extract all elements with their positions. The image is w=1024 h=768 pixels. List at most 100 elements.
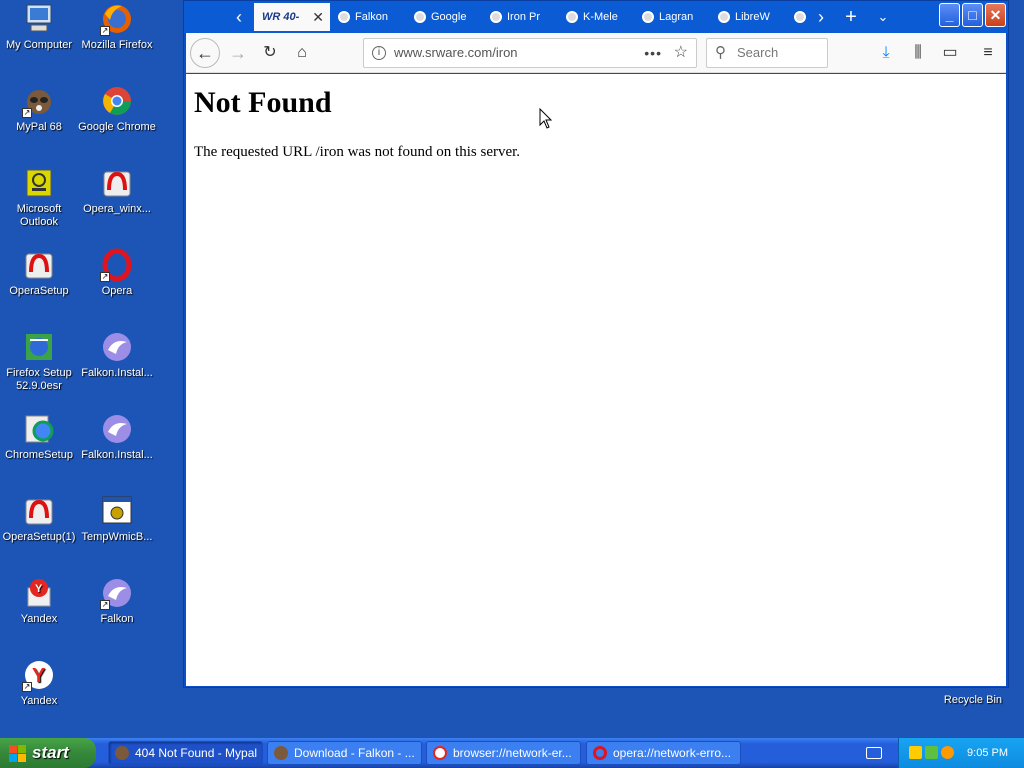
magnifier-icon[interactable] <box>941 746 954 759</box>
back-button[interactable]: ← <box>190 38 220 68</box>
info-icon[interactable]: i <box>372 46 386 60</box>
chevron-down-icon[interactable]: ⌄ <box>868 3 898 31</box>
tab[interactable]: Falkon <box>330 3 406 31</box>
search-placeholder: Search <box>737 45 779 60</box>
firefox-icon: ↗ <box>100 2 134 36</box>
desktop-icon-opera-winx[interactable]: Opera_winx... <box>78 166 156 216</box>
minimize-button[interactable]: _ <box>939 3 960 27</box>
taskbar-item-label: opera://network-erro... <box>613 746 732 760</box>
desktop-icon-label: MyPal 68 <box>16 121 62 133</box>
tab-title: K-Mele <box>583 11 618 23</box>
recycle-bin-label[interactable]: Recycle Bin <box>944 694 1002 706</box>
tab-scroll-right-icon[interactable]: › <box>806 3 836 31</box>
tab[interactable]: LibreW <box>710 3 786 31</box>
clock[interactable]: 9:05 PM <box>967 738 1008 768</box>
tab-title: Google <box>431 11 467 23</box>
raccoon-icon <box>115 746 129 760</box>
reload-button[interactable]: ↻ <box>256 39 284 67</box>
computer-icon <box>22 2 56 36</box>
desktop-icon-mypal[interactable]: ↗ MyPal 68 <box>0 84 78 134</box>
close-tab-icon[interactable]: ✕ <box>312 3 324 31</box>
desktop-icon-falkon-installer[interactable]: Falkon.Instal... <box>78 330 156 380</box>
tab-strip: ‹ WR 40- ✕ Falkon Google Iron Pr K-Mele … <box>184 1 1008 33</box>
taskbar-item-yandex[interactable]: browser://network-er... <box>426 741 581 765</box>
bookmark-star-icon[interactable]: ☆ <box>674 39 688 67</box>
desktop-icon-label: Yandex <box>20 695 58 707</box>
desktop-icon-outlook[interactable]: Microsoft Outlook <box>0 166 78 229</box>
home-button[interactable]: ⌂ <box>288 39 316 67</box>
raccoon-icon <box>274 746 288 760</box>
desktop-icon-tempwmic[interactable]: TempWmicB... <box>78 494 156 544</box>
shortcut-arrow-icon: ↗ <box>22 108 32 118</box>
chrome-icon <box>100 84 134 118</box>
page-message: The requested URL /iron was not found on… <box>194 144 521 160</box>
nav-toolbar: ← → ↻ ⌂ i www.srware.com/iron ••• ☆ ⚲ Se… <box>186 33 1006 73</box>
desktop-icon-falkon-installer-2[interactable]: Falkon.Instal... <box>78 412 156 462</box>
taskbar-item-opera[interactable]: opera://network-erro... <box>586 741 741 765</box>
library-icon[interactable]: ⫼ <box>904 39 932 67</box>
desktop-icon-yandex-2[interactable]: Y ↗ Yandex <box>0 658 78 708</box>
tab[interactable]: Iron Pr <box>482 3 558 31</box>
tab[interactable]: K-Mele <box>558 3 634 31</box>
desktop-icon-operasetup-1[interactable]: OperaSetup(1) <box>0 494 78 544</box>
desktop-icon-firefox-setup[interactable]: Firefox Setup 52.9.0esr <box>0 330 78 393</box>
sidebar-icon[interactable]: ▭ <box>936 39 964 67</box>
globe-icon <box>566 11 578 24</box>
maximize-button[interactable]: □ <box>962 3 983 27</box>
desktop-icon-firefox[interactable]: ↗ Mozilla Firefox <box>78 2 156 52</box>
browser-window: ‹ WR 40- ✕ Falkon Google Iron Pr K-Mele … <box>183 0 1009 688</box>
tab-scroll-left-icon[interactable]: ‹ <box>224 3 254 31</box>
tab-title: Iron Pr <box>507 11 541 23</box>
search-input[interactable]: ⚲ Search <box>706 38 828 68</box>
close-window-button[interactable]: ✕ <box>985 3 1006 27</box>
desktop-icon-opera[interactable]: ↗ Opera <box>78 248 156 298</box>
falkon-icon: ↗ <box>100 576 134 610</box>
globe-icon <box>642 11 654 24</box>
desktop-icon-label: TempWmicB... <box>81 531 153 543</box>
mouse-cursor-icon <box>539 108 553 129</box>
opera-icon: ↗ <box>100 248 134 282</box>
opera-setup-icon <box>100 166 134 200</box>
taskbar-item-mypal[interactable]: 404 Not Found - Mypal <box>108 741 263 765</box>
globe-icon <box>718 11 730 24</box>
url-text: www.srware.com/iron <box>394 45 518 60</box>
download-icon[interactable]: ⤓ <box>872 39 900 67</box>
page-actions-icon[interactable]: ••• <box>644 39 662 67</box>
tab[interactable]: Lagran <box>634 3 710 31</box>
start-label: start <box>32 743 69 762</box>
desktop-icon-label: Mozilla Firefox <box>81 39 153 51</box>
yandex-setup-icon: Y <box>22 576 56 610</box>
desktop-icon-yandex[interactable]: Y Yandex <box>0 576 78 626</box>
desktop-icon-label: Falkon.Instal... <box>81 367 153 379</box>
taskbar-item-falkon[interactable]: Download - Falkon - ... <box>267 741 422 765</box>
yandex-icon <box>433 746 447 760</box>
forward-button[interactable]: → <box>224 39 252 67</box>
shortcut-arrow-icon: ↗ <box>100 600 110 610</box>
globe-icon <box>794 11 806 24</box>
start-button[interactable]: start <box>0 738 96 768</box>
page-heading: Not Found <box>194 86 332 119</box>
desktop-icon-operasetup[interactable]: OperaSetup <box>0 248 78 298</box>
menu-icon[interactable]: ≡ <box>974 39 1002 67</box>
tab-title: Falkon <box>355 11 389 23</box>
globe-icon <box>338 11 350 24</box>
opera-setup-icon <box>22 494 56 528</box>
desktop-icon-label: ChromeSetup <box>5 449 73 461</box>
keyboard-icon[interactable] <box>866 747 882 759</box>
desktop-icon-label: Falkon <box>100 613 134 625</box>
address-bar[interactable]: i www.srware.com/iron ••• ☆ <box>363 38 697 68</box>
desktop-icon-chromesetup[interactable]: ChromeSetup <box>0 412 78 462</box>
raccoon-icon: ↗ <box>22 84 56 118</box>
new-tab-icon[interactable]: + <box>836 3 866 31</box>
chrome-setup-icon <box>22 412 56 446</box>
desktop-icon-falkon[interactable]: ↗ Falkon <box>78 576 156 626</box>
tab[interactable]: Google <box>406 3 482 31</box>
desktop-icon-my-computer[interactable]: My Computer <box>0 2 78 52</box>
shortcut-arrow-icon: ↗ <box>100 272 110 282</box>
shield-icon[interactable] <box>909 746 922 759</box>
desktop-icon-label: Firefox Setup 52.9.0esr <box>6 367 72 392</box>
desktop-icon-chrome[interactable]: Google Chrome <box>78 84 156 134</box>
desktop-icon-label: OperaSetup(1) <box>2 531 76 543</box>
tab-active[interactable]: WR 40- ✕ <box>254 3 330 31</box>
network-icon[interactable] <box>925 746 938 759</box>
